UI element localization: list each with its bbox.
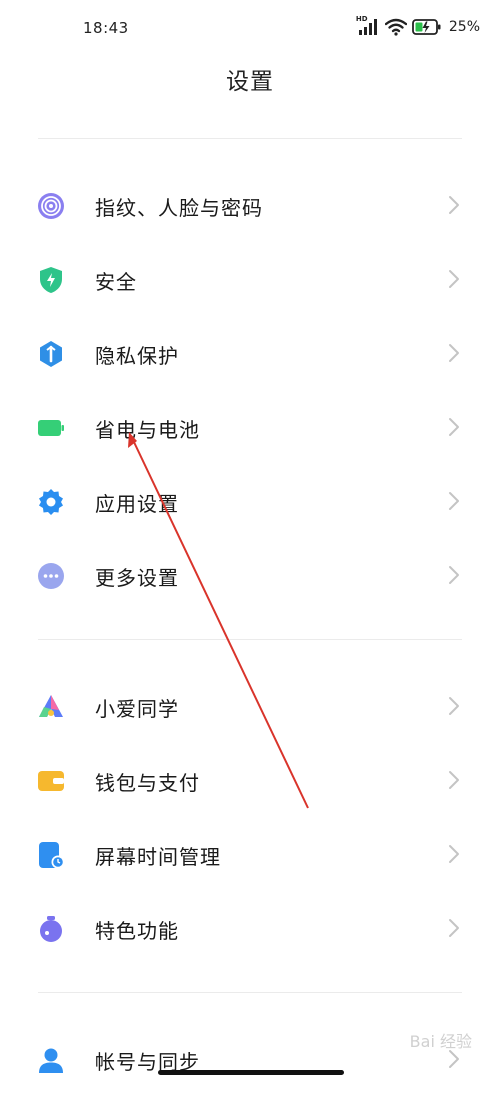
wifi-icon <box>384 18 407 36</box>
chevron-right-icon <box>449 919 459 937</box>
chevron-right-icon <box>449 697 459 715</box>
divider <box>38 992 462 993</box>
watermark: Bai 经验 <box>409 1032 472 1051</box>
account-icon <box>37 1046 65 1074</box>
fingerprint-icon <box>37 192 65 220</box>
screen-time-icon <box>37 841 65 869</box>
battery-percent: 25% <box>448 19 480 35</box>
settings-item-screen-time[interactable]: 屏幕时间管理 <box>0 817 500 891</box>
settings-item-fingerprint-face-password[interactable]: 指纹、人脸与密码 <box>0 168 500 242</box>
settings-item-xiaoai[interactable]: 小爱同学 <box>0 669 500 743</box>
chevron-right-icon <box>449 492 459 510</box>
status-time: 18:43 <box>83 19 129 37</box>
settings-item-special-features[interactable]: 特色功能 <box>0 891 500 965</box>
settings-item-label: 小爱同学 <box>95 697 179 721</box>
chevron-right-icon <box>449 196 459 214</box>
chevron-right-icon <box>449 270 459 288</box>
chevron-right-icon <box>449 566 459 584</box>
settings-item-label: 应用设置 <box>95 492 179 516</box>
xiaoai-icon <box>37 693 65 721</box>
shield-icon <box>37 266 65 294</box>
settings-item-label: 隐私保护 <box>95 344 179 368</box>
status-bar: 18:43 HD 25% <box>0 0 500 60</box>
chevron-right-icon <box>449 1050 459 1068</box>
features-icon <box>37 915 65 943</box>
chevron-right-icon <box>449 418 459 436</box>
settings-item-label: 省电与电池 <box>95 418 200 442</box>
privacy-icon <box>37 340 65 368</box>
settings-item-app-settings[interactable]: 应用设置 <box>0 464 500 538</box>
settings-item-label: 屏幕时间管理 <box>95 845 221 869</box>
settings-item-label: 特色功能 <box>95 919 179 943</box>
page-title: 设置 <box>226 69 274 95</box>
divider <box>38 639 462 640</box>
settings-item-label: 更多设置 <box>95 566 179 590</box>
settings-item-more-settings[interactable]: 更多设置 <box>0 538 500 612</box>
wallet-icon <box>37 767 65 795</box>
signal-bars-icon: HD <box>355 15 380 36</box>
settings-item-label: 指纹、人脸与密码 <box>95 196 263 220</box>
home-indicator[interactable] <box>158 1070 344 1075</box>
settings-item-security[interactable]: 安全 <box>0 242 500 316</box>
settings-item-wallet-payment[interactable]: 钱包与支付 <box>0 743 500 817</box>
settings-item-battery[interactable]: 省电与电池 <box>0 390 500 464</box>
settings-item-label: 安全 <box>95 270 137 294</box>
status-icons: HD 25% <box>355 15 480 36</box>
battery-icon <box>37 414 65 442</box>
divider <box>38 138 462 139</box>
more-icon <box>37 562 65 590</box>
chevron-right-icon <box>449 344 459 362</box>
network-badge: HD <box>355 15 368 23</box>
gear-icon <box>37 488 65 516</box>
settings-item-label: 钱包与支付 <box>95 771 200 795</box>
battery-charging-icon <box>411 18 442 36</box>
settings-item-privacy[interactable]: 隐私保护 <box>0 316 500 390</box>
chevron-right-icon <box>449 845 459 863</box>
chevron-right-icon <box>449 771 459 789</box>
